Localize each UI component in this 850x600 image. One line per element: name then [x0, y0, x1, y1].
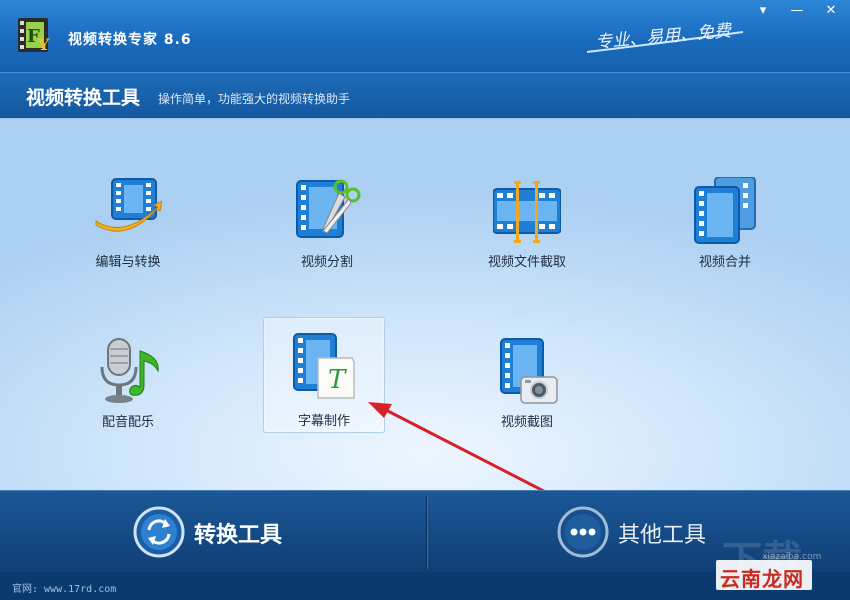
tool-label-merge: 视频合并	[698, 255, 751, 270]
tool-label-dub: 配音配乐	[101, 415, 154, 430]
header-strip: 视频转换工具 操作简单，功能强大的视频转换助手	[0, 72, 850, 119]
page-title: 视频转换工具	[26, 87, 141, 109]
more-dots-icon	[557, 506, 609, 558]
convert-tools-button[interactable]: 转换工具	[132, 505, 312, 559]
bottom-divider	[426, 497, 427, 569]
tool-split[interactable]: 视频分割	[267, 171, 387, 283]
microphone-music-icon	[100, 338, 159, 403]
website-link[interactable]: 官网: www.17rd.com	[12, 580, 116, 595]
tool-label-clip: 视频文件截取	[487, 255, 566, 270]
film-scissors-icon	[296, 179, 361, 238]
window-title: 视频转换专家 8.6	[68, 32, 192, 48]
title-bar[interactable]: F Y 视频转换专家 8.6 专业、易用、免费 ▾ — ✕	[0, 0, 850, 72]
tool-subtitle[interactable]: T 字幕制作	[263, 317, 385, 433]
film-camera-icon	[500, 338, 558, 404]
watermark-brand: 云南龙网	[716, 560, 812, 591]
refresh-icon	[133, 506, 185, 558]
tools-panel: 编辑与转换 视频分割 视频文件截取 视频合并 配音配乐 T 字幕制作 视频截图	[0, 118, 850, 504]
page-subtitle: 操作简单，功能强大的视频转换助手	[158, 92, 351, 106]
tool-clip[interactable]: 视频文件截取	[467, 171, 587, 283]
other-tools-button[interactable]: 其他工具	[556, 505, 726, 559]
convert-tools-label: 转换工具	[194, 523, 283, 548]
film-strip-markers-icon	[493, 181, 561, 243]
film-stack-icon	[694, 177, 756, 244]
tool-screenshot[interactable]: 视频截图	[467, 331, 587, 443]
app-logo-icon: F Y	[18, 18, 50, 54]
app-window: F Y 视频转换专家 8.6 专业、易用、免费 ▾ — ✕ 视频转换工具 操作简…	[0, 0, 850, 600]
minimize-button[interactable]: —	[786, 3, 808, 19]
menu-button[interactable]: ▾	[752, 3, 774, 19]
other-tools-label: 其他工具	[618, 523, 707, 548]
film-text-icon: T	[293, 333, 355, 399]
tool-label-edit-convert: 编辑与转换	[95, 255, 161, 270]
tool-dub[interactable]: 配音配乐	[68, 331, 188, 443]
svg-text:Y: Y	[37, 35, 50, 54]
tool-merge[interactable]: 视频合并	[665, 171, 785, 283]
tool-edit-convert[interactable]: 编辑与转换	[68, 171, 188, 283]
film-swoosh-icon	[95, 178, 162, 232]
tool-label-screenshot: 视频截图	[500, 415, 553, 430]
svg-text:T: T	[328, 365, 347, 395]
tool-label-subtitle: 字幕制作	[297, 414, 350, 429]
watermark-brand-text: 云南龙网	[720, 567, 804, 591]
tool-label-split: 视频分割	[300, 255, 353, 270]
close-button[interactable]: ✕	[820, 3, 842, 19]
